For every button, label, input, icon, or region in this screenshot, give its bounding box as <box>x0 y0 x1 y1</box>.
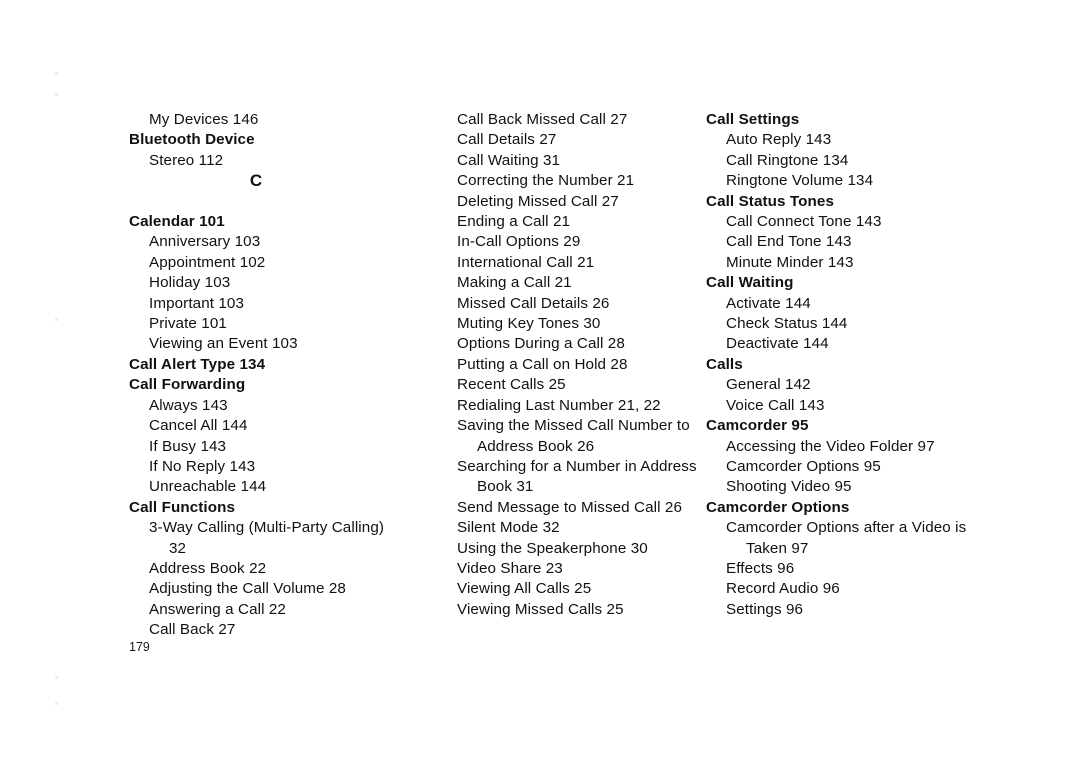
index-heading: Call Functions <box>129 498 236 516</box>
index-heading: Calendar 101 <box>129 213 225 231</box>
index-entry: Viewing an Event 103 <box>149 335 298 353</box>
index-entry: Record Audio 96 <box>726 580 840 598</box>
page-number: 179 <box>129 640 150 654</box>
index-heading: Call Settings <box>706 111 800 128</box>
index-entry: In-Call Options 29 <box>457 233 581 251</box>
index-heading: Call Alert Type 134 <box>129 355 266 373</box>
index-entry: Send Message to Missed Call 26 <box>457 498 683 516</box>
index-entry: Deleting Missed Call 27 <box>457 192 619 210</box>
index-entry: Deactivate 144 <box>726 335 829 353</box>
index-entry: General 142 <box>726 376 811 394</box>
index-entry-continuation: Book 31 <box>477 478 534 496</box>
index-entry: Cancel All 144 <box>149 417 248 435</box>
index-entry: Effects 96 <box>726 559 795 577</box>
scan-speck <box>55 93 58 96</box>
index-entry: Stereo 112 <box>149 151 224 169</box>
index-entry: Appointment 102 <box>149 253 266 271</box>
scan-speck <box>55 72 58 75</box>
index-entry: Putting a Call on Hold 28 <box>457 355 628 373</box>
index-entry: Adjusting the Call Volume 28 <box>149 580 346 598</box>
index-heading: Calls <box>706 355 743 373</box>
index-entry: Accessing the Video Folder 97 <box>726 437 935 455</box>
index-entry: Minute Minder 143 <box>726 253 854 271</box>
index-entry: Video Share 23 <box>457 559 563 577</box>
index-entry: Call Details 27 <box>457 131 557 149</box>
index-entry: Ending a Call 21 <box>457 213 571 231</box>
index-entry: Call Back 27 <box>149 621 236 639</box>
index-entry: Check Status 144 <box>726 315 848 333</box>
scan-speck <box>55 676 58 679</box>
index-column-1: My Devices 146 Bluetooth Device Stereo 112… <box>129 110 419 641</box>
index-entry: If Busy 143 <box>149 437 227 455</box>
index-entry: Address Book 22 <box>149 559 267 577</box>
index-entry: Answering a Call 22 <box>149 600 286 618</box>
index-entry: Call Waiting 31 <box>457 151 561 169</box>
index-entry: Call End Tone 143 <box>726 233 852 251</box>
index-entry: Viewing All Calls 25 <box>457 580 592 598</box>
index-entry: My Devices 146 <box>149 111 259 128</box>
index-entry: If No Reply 143 <box>149 457 256 475</box>
scan-speck <box>55 318 58 321</box>
index-entry: Auto Reply 143 <box>726 131 832 149</box>
index-heading: Bluetooth Device <box>129 131 255 149</box>
index-entry: 3-Way Calling (Multi-Party Calling) <box>149 519 385 537</box>
scan-speck <box>55 702 58 705</box>
index-entry: Correcting the Number 21 <box>457 172 635 190</box>
index-entry: Always 143 <box>149 396 228 414</box>
index-entry-spacer <box>149 192 419 212</box>
index-entry: Voice Call 143 <box>726 396 825 414</box>
index-entry: Muting Key Tones 30 <box>457 315 601 333</box>
index-entry: Shooting Video 95 <box>726 478 852 496</box>
index-entry: Call Connect Tone 143 <box>726 213 882 231</box>
index-entry: Private 101 <box>149 315 227 333</box>
index-entry: Saving the Missed Call Number to <box>457 417 690 435</box>
index-entry: Call Ringtone 134 <box>726 151 849 169</box>
index-entry: Camcorder Options 95 <box>726 457 881 475</box>
index-entry: Viewing Missed Calls 25 <box>457 600 624 618</box>
index-column-2: Call Back Missed Call 27 Call Details 27 C… <box>437 110 709 620</box>
index-entry: Redialing Last Number 21, 22 <box>457 396 661 414</box>
index-entry: Important 103 <box>149 294 245 312</box>
index-entry: Options During a Call 28 <box>457 335 625 353</box>
index-entry: Silent Mode 32 <box>457 519 560 537</box>
index-entry: International Call 21 <box>457 253 595 271</box>
index-heading: Call Status Tones <box>706 192 835 210</box>
index-entry: Making a Call 21 <box>457 274 572 292</box>
index-entry: Unreachable 144 <box>149 478 267 496</box>
index-page: C My Devices 146 Bluetooth Device Stereo 1… <box>0 0 1080 771</box>
index-entry: Ringtone Volume 134 <box>726 172 874 190</box>
index-entry-continuation: 32 <box>169 539 187 557</box>
index-entry: Missed Call Details 26 <box>457 294 610 312</box>
index-entry: Camcorder Options after a Video is <box>726 519 967 537</box>
index-entry: Holiday 103 <box>149 274 231 292</box>
index-entry: Recent Calls 25 <box>457 376 566 394</box>
index-entry: Searching for a Number in Address <box>457 457 697 475</box>
index-entry: Anniversary 103 <box>149 233 261 251</box>
index-entry: Using the Speakerphone 30 <box>457 539 648 557</box>
index-heading: Call Waiting <box>706 274 794 292</box>
index-entry-spacer <box>149 171 419 191</box>
index-heading: Call Forwarding <box>129 376 246 394</box>
index-entry-continuation: Address Book 26 <box>477 437 595 455</box>
index-heading: Camcorder Options <box>706 498 850 516</box>
index-entry-continuation: Taken 97 <box>746 539 809 557</box>
index-entry: Settings 96 <box>726 600 804 618</box>
index-entry: Call Back Missed Call 27 <box>457 111 628 128</box>
index-heading: Camcorder 95 <box>706 417 809 435</box>
index-column-3: Call Settings Auto Reply 143 Call Ringtone… <box>706 110 1006 620</box>
index-entry: Activate 144 <box>726 294 811 312</box>
